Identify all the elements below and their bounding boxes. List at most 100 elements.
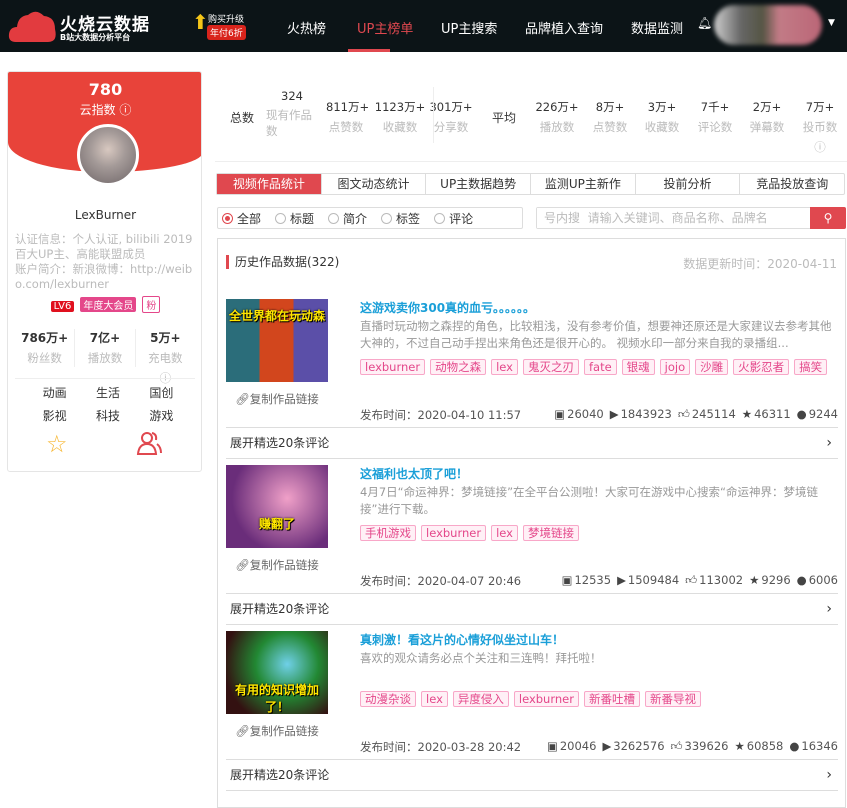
tag[interactable]: fate [583, 359, 617, 375]
link-icon: 🔗︎ [235, 558, 250, 572]
user-avatar[interactable] [714, 5, 822, 45]
video-title[interactable]: 这福利也太顶了吧！ [360, 465, 468, 482]
danmaku-icon: ▣ [554, 407, 566, 421]
stat-value: 6006 [808, 573, 838, 587]
video-thumbnail[interactable]: 有用的知识增加了！ [226, 631, 328, 714]
tag[interactable]: lex [491, 525, 518, 541]
comment-icon: ● [796, 573, 807, 587]
help-icon[interactable]: ⓘ [116, 103, 131, 117]
radio-circle[interactable] [222, 212, 233, 224]
stat-label: 收藏数 [644, 120, 680, 134]
tag[interactable]: 搞笑 [794, 359, 828, 375]
stat-value: 60858 [746, 739, 784, 753]
tab-3[interactable]: 监测UP主新作 [531, 174, 636, 194]
radio-circle[interactable] [275, 212, 287, 224]
fan-badge: 粉 [142, 296, 161, 313]
nav-hot[interactable]: 火热榜 [287, 18, 326, 37]
tab-0[interactable]: 视频作品统计 [217, 174, 322, 194]
total-likes: 811万+ 点赞数 [326, 99, 369, 135]
radio-label: 评论 [449, 211, 474, 226]
tag[interactable]: 银魂 [621, 359, 655, 375]
tag[interactable]: 梦境链接 [522, 525, 579, 541]
avg-coins: 7万+ 投币数 ⓘ [793, 99, 847, 155]
tag[interactable]: lex [491, 359, 518, 375]
radio-0[interactable]: 全部 [222, 210, 261, 227]
stat-value: 7千+ [700, 100, 730, 114]
copy-link-button[interactable]: 🔗︎复制作品链接 [226, 557, 328, 573]
tag[interactable]: lexburner [513, 691, 579, 707]
copy-link-button[interactable]: 🔗︎复制作品链接 [226, 723, 328, 739]
cloud-index-text: 云指数 [79, 103, 116, 117]
radio-label: 简介 [343, 211, 368, 226]
video-tags: 动漫杂谈 lex 异度侵入 lexburner 新番吐槽 新番导视 [360, 691, 830, 707]
tag[interactable]: lexburner [421, 525, 487, 541]
tag[interactable]: lex [421, 691, 448, 707]
stat-value: 1509484 [627, 573, 680, 587]
tab-5[interactable]: 竞品投放查询 [740, 174, 844, 194]
users-icon[interactable] [136, 430, 162, 456]
chevron-down-icon[interactable]: ▼ [828, 18, 835, 28]
thumbnail-caption: 有用的知识增加了！ [234, 683, 319, 714]
radio-1[interactable]: 标题 [275, 210, 314, 227]
search-input[interactable] [537, 208, 807, 228]
danmaku-icon: ▣ [546, 739, 558, 753]
expand-comments-button[interactable]: 展开精选20条评论 › [226, 759, 838, 791]
stat-value: 226万+ [535, 100, 579, 114]
radio-4[interactable]: 评论 [434, 210, 473, 227]
tag[interactable]: 沙雕 [695, 359, 729, 375]
nav-up-search[interactable]: UP主搜索 [441, 18, 497, 37]
tag[interactable]: 火影忍者 [733, 359, 790, 375]
tab-4[interactable]: 投前分析 [636, 174, 741, 194]
tag[interactable]: 手机游戏 [360, 525, 416, 541]
bio: 账户简介：新浪微博：http://weibo.com/lexburner [15, 262, 193, 291]
copy-link-label: 复制作品链接 [249, 558, 319, 572]
tag[interactable]: 动物之森 [430, 359, 487, 375]
video-title[interactable]: 真刺激！看这片的心情好似坐过山车！ [360, 631, 564, 648]
bell-icon[interactable]: 🔔︎ [697, 16, 712, 30]
tag[interactable]: 异度侵入 [452, 691, 509, 707]
stat-value: 5万+ [150, 331, 181, 345]
stat-charge: 5万+ 充电数 ⓘ [136, 329, 195, 385]
radio-circle[interactable] [328, 212, 340, 224]
tab-1[interactable]: 图文动态统计 [322, 174, 427, 194]
tag[interactable]: 新番吐槽 [583, 691, 640, 707]
works-panel: 历史作品数据(322) 数据更新时间：2020-04-11 全世界都在玩动森 🔗︎… [217, 238, 846, 808]
help-icon[interactable]: ⓘ [793, 139, 847, 155]
nav-up-ranking[interactable]: UP主榜单 [357, 18, 413, 37]
stat-value: 1123万+ [374, 100, 426, 114]
search-button[interactable]: ⚲ [810, 207, 846, 229]
nav-brand-query[interactable]: 品牌植入查询 [525, 18, 603, 37]
cert-info: 认证信息：个人认证, bilibili 2019百大UP主、高能联盟成员 [15, 232, 193, 261]
video-title[interactable]: 这游戏卖你300真的血亏。。。。。。 [360, 299, 535, 316]
tag[interactable]: 新番导视 [644, 691, 701, 707]
publish-time: 发布时间：2020-04-07 20:46 [360, 574, 522, 588]
promo-text: 购买升级 [208, 15, 245, 25]
expand-comments-button[interactable]: 展开精选20条评论 › [226, 593, 838, 625]
radio-label: 全部 [237, 211, 262, 226]
vip-badge: 年度大会员 [80, 297, 137, 312]
star-icon[interactable]: ☆ [46, 430, 68, 458]
video-item: 有用的知识增加了！ 🔗︎复制作品链接 真刺激！看这片的心情好似坐过山车！ 喜欢的观众请… [226, 631, 838, 797]
radio-circle[interactable] [434, 212, 446, 224]
tab-2[interactable]: UP主数据趋势 [426, 174, 532, 194]
video-thumbnail[interactable]: 全世界都在玩动森 [226, 299, 328, 382]
radio-3[interactable]: 标签 [381, 210, 420, 227]
tag[interactable]: jojo [659, 359, 691, 375]
stat-label: 弹幕数 [749, 120, 785, 134]
stat-label: 粉丝数 [27, 351, 62, 365]
stat-likes: 👍︎ 113002 [685, 573, 743, 588]
tag[interactable]: 鬼灭之刃 [522, 359, 579, 375]
stat-likes: 👍︎ 339626 [671, 739, 729, 754]
stat-comments: ● 9244 [797, 407, 838, 422]
thumbnail-caption: 全世界都在玩动森 [228, 309, 325, 323]
total-favorites: 1123万+ 收藏数 [374, 99, 426, 135]
radio-circle[interactable] [381, 212, 393, 224]
video-thumbnail[interactable]: 赚翻了 [226, 465, 328, 548]
radio-2[interactable]: 简介 [328, 210, 367, 227]
expand-comments-button[interactable]: 展开精选20条评论 › [226, 427, 838, 459]
nav-monitor[interactable]: 数据监测 [631, 18, 683, 37]
chevron-right-icon: › [826, 767, 832, 783]
copy-link-button[interactable]: 🔗︎复制作品链接 [226, 391, 328, 407]
tag[interactable]: 动漫杂谈 [360, 691, 416, 707]
tag[interactable]: lexburner [360, 359, 426, 375]
